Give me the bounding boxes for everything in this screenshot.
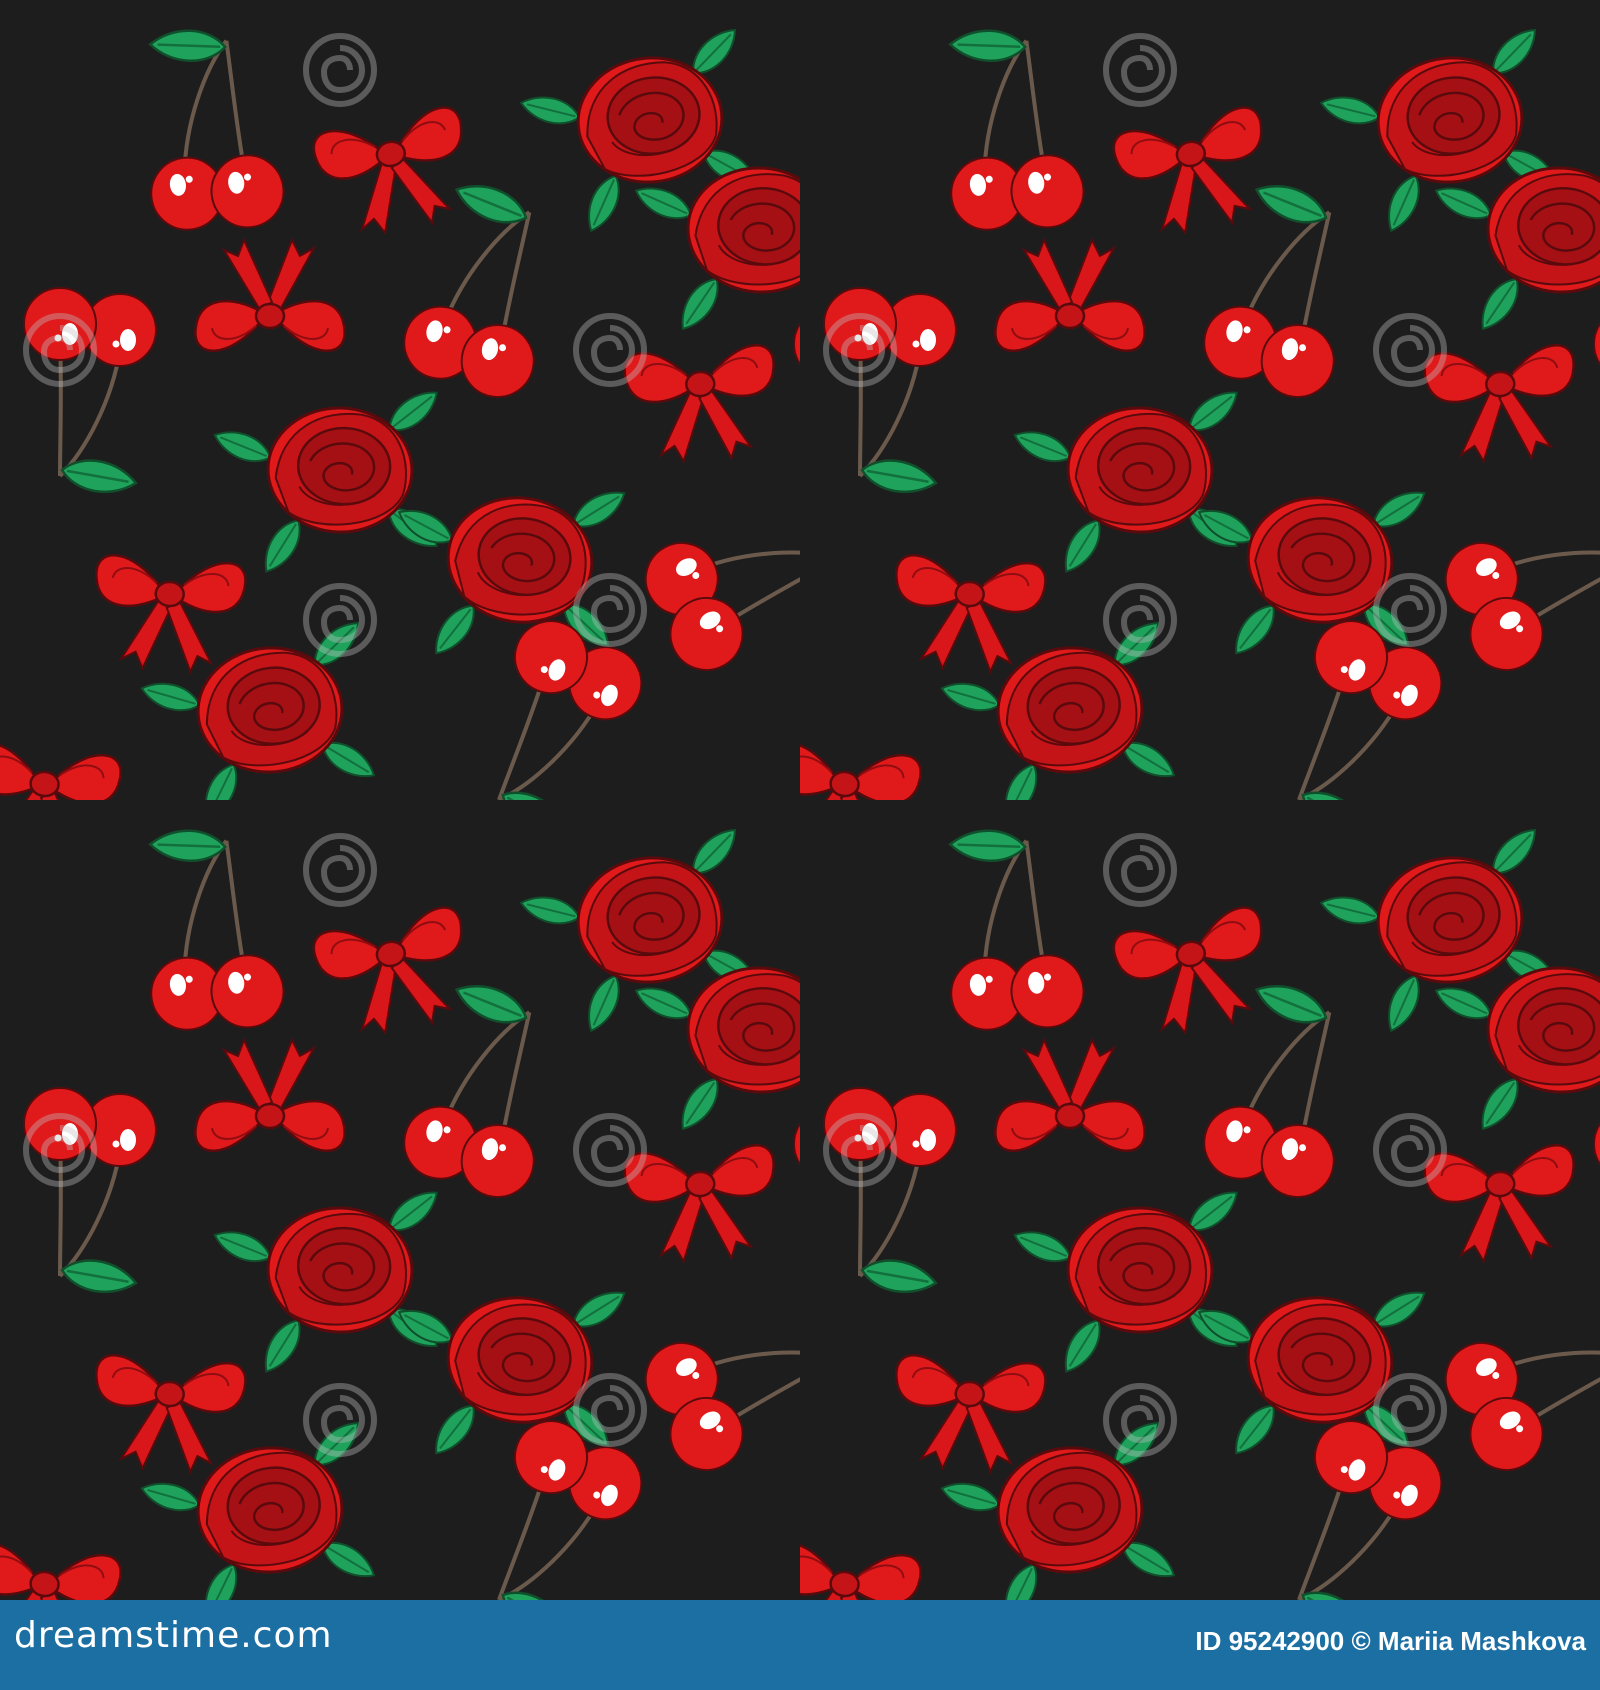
author-name: Mariia Mashkova <box>1377 1626 1586 1656</box>
copyright-symbol: © <box>1351 1626 1371 1656</box>
footer-brand: dreamstime.com <box>14 1615 333 1656</box>
credit-bar: dreamstime.com ID 95242900 © Mariia Mash… <box>0 1600 1600 1690</box>
floral-cherry-bow-pattern <box>0 0 1600 1600</box>
image-id: ID 95242900 <box>1195 1626 1345 1656</box>
stock-image: dreamstime.com ID 95242900 © Mariia Mash… <box>0 0 1600 1690</box>
footer-credit: ID 95242900 © Mariia Mashkova <box>1195 1628 1586 1654</box>
